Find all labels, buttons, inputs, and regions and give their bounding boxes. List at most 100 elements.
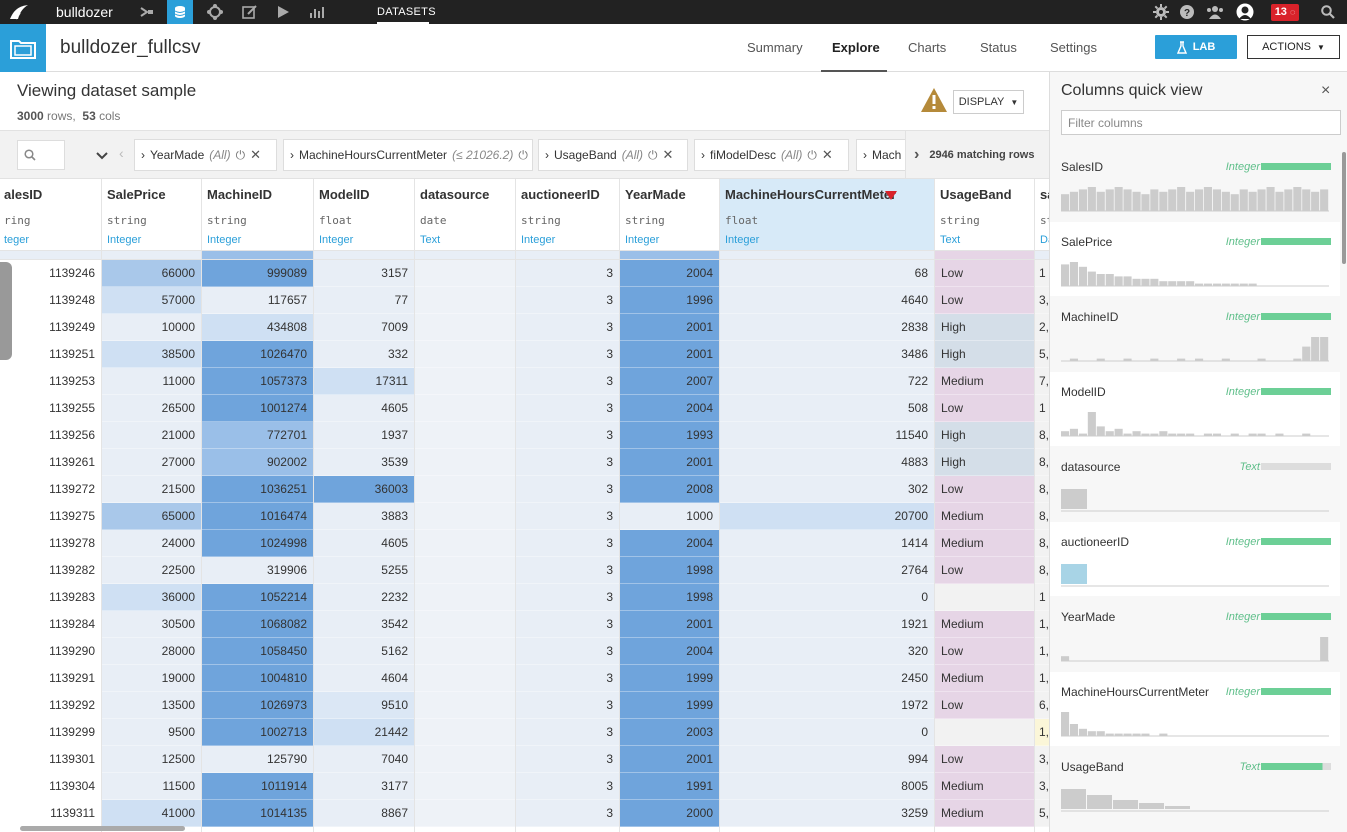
storage-type[interactable]: date [420,214,447,227]
actions-button[interactable]: ACTIONS ▼ [1247,35,1340,59]
table-cell[interactable]: Medium [935,503,1034,530]
table-cell[interactable]: 5162 [314,638,414,665]
table-cell[interactable]: 1998 [620,557,719,584]
table-cell[interactable]: 3 [516,746,619,773]
table-cell[interactable]: 21442 [314,719,414,746]
table-cell[interactable] [415,638,515,665]
table-cell[interactable]: 2008 [620,476,719,503]
table-cell[interactable]: 1999 [620,692,719,719]
table-cell[interactable]: 2764 [720,557,934,584]
table-cell[interactable]: 3 [516,719,619,746]
table-cell[interactable]: 30500 [102,611,201,638]
column-header[interactable]: datasource date Text [415,179,515,251]
power-icon[interactable]: ⏻ [648,148,658,163]
table-cell[interactable] [415,449,515,476]
meaning-type[interactable]: teger [4,234,29,246]
table-cell[interactable]: 1000 [620,503,719,530]
settings-gear-icon[interactable] [1150,0,1172,24]
table-cell[interactable] [415,719,515,746]
table-cell[interactable]: 3 [516,611,619,638]
table-cell[interactable]: 1991 [620,773,719,800]
table-cell[interactable]: 11500 [102,773,201,800]
storage-type[interactable]: ring [4,214,31,227]
table-cell[interactable]: 3, [1035,287,1049,314]
table-cell[interactable]: 66000 [102,260,201,287]
storage-type[interactable]: string [521,214,561,227]
table-cell[interactable]: 1998 [620,584,719,611]
close-icon[interactable]: ✕ [822,147,833,163]
column-name[interactable]: auctioneerID [521,187,600,202]
table-cell[interactable] [415,611,515,638]
column-name[interactable]: ModelID [319,187,370,202]
table-cell[interactable]: High [935,422,1034,449]
warning-icon[interactable] [920,87,948,113]
table-cell[interactable]: 999089 [202,260,313,287]
lab-button[interactable]: LAB [1155,35,1237,59]
table-cell[interactable]: Low [935,746,1034,773]
chevron-down-icon[interactable] [96,147,108,165]
table-cell[interactable]: 17311 [314,368,414,395]
column-header[interactable]: UsageBand string Text [935,179,1034,251]
table-cell[interactable]: 2000 [620,800,719,827]
meaning-type[interactable]: Text [420,234,440,246]
table-cell[interactable]: Medium [935,530,1034,557]
table-cell[interactable]: 3486 [720,341,934,368]
meaning-type[interactable]: Integer [521,234,555,246]
table-cell[interactable]: 1139301 [0,746,101,773]
user-avatar[interactable] [1233,0,1257,24]
table-cell[interactable]: 1139292 [0,692,101,719]
table-cell[interactable]: 1057373 [202,368,313,395]
close-icon[interactable]: ✕ [250,147,261,163]
table-cell[interactable]: 1026470 [202,341,313,368]
table-cell[interactable]: 1139249 [0,314,101,341]
column-name[interactable]: sa [1040,187,1049,202]
table-cell[interactable]: 2001 [620,314,719,341]
table-cell[interactable]: 8, [1035,530,1049,557]
table-cell[interactable]: 68 [720,260,934,287]
recipes-icon[interactable] [202,0,228,24]
table-cell[interactable]: 3 [516,584,619,611]
table-cell[interactable] [415,665,515,692]
table-cell[interactable]: 36000 [102,584,201,611]
help-icon[interactable]: ? [1176,0,1198,24]
table-cell[interactable]: 125790 [202,746,313,773]
table-cell[interactable]: 8, [1035,476,1049,503]
table-cell[interactable]: 994 [720,746,934,773]
table-cell[interactable]: 1014135 [202,800,313,827]
table-cell[interactable]: Low [935,638,1034,665]
quickview-item[interactable]: SalePrice Integer [1050,222,1340,296]
table-cell[interactable]: 8, [1035,503,1049,530]
table-cell[interactable]: 5, [1035,800,1049,827]
table-cell[interactable]: 1 [1035,584,1049,611]
run-icon[interactable] [270,0,296,24]
table-cell[interactable]: 1, [1035,638,1049,665]
table-cell[interactable]: 3 [516,557,619,584]
table-cell[interactable]: 41000 [102,800,201,827]
table-cell[interactable] [415,395,515,422]
table-cell[interactable]: 8, [1035,557,1049,584]
table-cell[interactable]: 1139255 [0,395,101,422]
table-cell[interactable]: 21000 [102,422,201,449]
table-cell[interactable]: 1139275 [0,503,101,530]
column-header[interactable]: YearMade string Integer [620,179,719,251]
column-header[interactable]: sa st Da [1035,179,1049,251]
table-cell[interactable]: 1139291 [0,665,101,692]
table-cell[interactable]: 1004810 [202,665,313,692]
table-cell[interactable]: 7, [1035,368,1049,395]
column-name[interactable]: MachineID [207,187,272,202]
table-cell[interactable]: 20700 [720,503,934,530]
table-cell[interactable]: 3, [1035,746,1049,773]
meaning-type[interactable]: Da [1040,234,1049,246]
table-cell[interactable]: 3259 [720,800,934,827]
table-cell[interactable]: 1139304 [0,773,101,800]
table-cell[interactable]: 1139251 [0,341,101,368]
table-cell[interactable] [415,314,515,341]
table-cell[interactable]: 9500 [102,719,201,746]
table-cell[interactable]: 3 [516,341,619,368]
table-cell[interactable]: 11000 [102,368,201,395]
table-cell[interactable] [415,800,515,827]
table-cell[interactable]: 302 [720,476,934,503]
storage-type[interactable]: float [725,214,758,227]
quickview-item[interactable]: auctioneerID Integer [1050,522,1340,596]
chevron-right-icon[interactable]: › [914,146,919,164]
